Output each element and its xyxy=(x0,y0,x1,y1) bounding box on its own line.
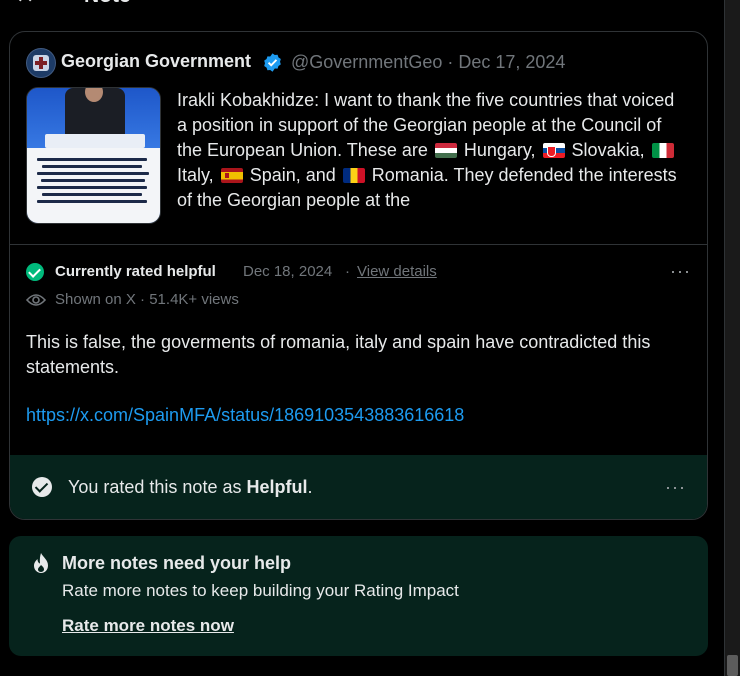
dot-separator: · xyxy=(345,263,350,280)
avatar[interactable] xyxy=(26,48,56,78)
quoted-tweet[interactable]: Georgian Government @GovernmentGeo · Dec… xyxy=(10,32,707,244)
scrollbar[interactable] xyxy=(724,0,740,676)
close-icon[interactable]: ✕ xyxy=(16,0,38,8)
dot-separator: · xyxy=(447,52,459,72)
your-rating-text: You rated this note as Helpful. xyxy=(68,477,313,497)
note-card: Georgian Government @GovernmentGeo · Dec… xyxy=(9,31,708,520)
check-circle-icon xyxy=(32,477,52,497)
note-body: This is false, the goverments of romania… xyxy=(26,332,651,377)
more-options-icon[interactable]: ··· xyxy=(670,262,691,280)
note-status-date: Dec 18, 2024 xyxy=(243,263,333,280)
note-source-link[interactable]: https://x.com/SpainMFA/status/1869103543… xyxy=(26,405,464,426)
rate-more-notes-link[interactable]: Rate more notes now xyxy=(62,616,234,636)
view-details-link[interactable]: View details xyxy=(357,263,437,280)
coat-of-arms-icon xyxy=(33,55,49,71)
shown-views-text: Shown on X · 51.4K+ views xyxy=(55,291,239,308)
spain-flag-icon xyxy=(220,168,243,183)
verified-badge-icon xyxy=(264,53,281,72)
divider xyxy=(10,244,707,245)
more-options-icon[interactable]: ··· xyxy=(665,478,686,496)
romania-flag-icon xyxy=(342,168,365,183)
help-card-subtitle: Rate more notes to keep building your Ra… xyxy=(62,581,459,600)
tweet-media-thumbnail[interactable] xyxy=(26,87,161,224)
help-card-title: More notes need your help xyxy=(62,553,292,573)
hungary-flag-icon xyxy=(434,143,457,158)
author-name[interactable]: Georgian Government xyxy=(61,51,251,72)
slovakia-flag-icon xyxy=(542,143,565,158)
scrollbar-thumb[interactable] xyxy=(727,655,738,676)
top-bar: ✕ Note xyxy=(0,0,720,14)
more-notes-help-card: More notes need your help Rate more note… xyxy=(9,536,708,656)
your-rating-bar: You rated this note as Helpful. ··· xyxy=(10,455,707,519)
page-title: Note xyxy=(84,0,131,8)
tweet-date[interactable]: Dec 17, 2024 xyxy=(458,52,565,72)
check-circle-icon xyxy=(26,263,44,281)
author-handle[interactable]: @GovernmentGeo xyxy=(291,52,442,72)
note-status-label: Currently rated helpful xyxy=(55,263,216,280)
handle-and-date: @GovernmentGeo · Dec 17, 2024 xyxy=(291,52,565,73)
italy-flag-icon xyxy=(651,143,674,158)
tweet-text: Irakli Kobakhidze: I want to thank the f… xyxy=(177,90,677,210)
flame-icon xyxy=(34,553,48,573)
eye-icon xyxy=(26,294,46,306)
